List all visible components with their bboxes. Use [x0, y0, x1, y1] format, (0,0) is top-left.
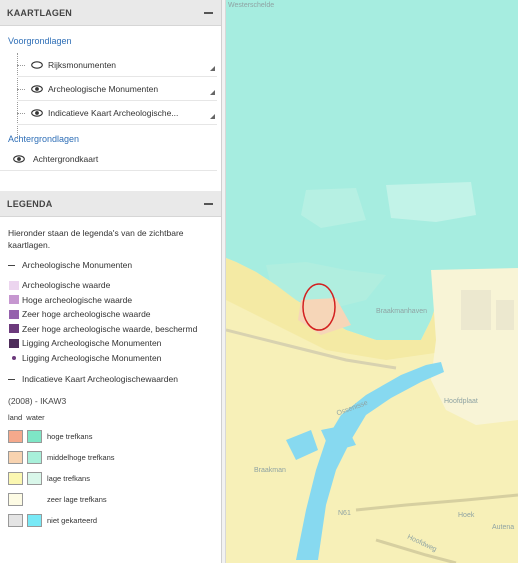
ikaw-item-label: niet gekarteerd [47, 516, 98, 525]
place-label: Hoek [458, 512, 475, 519]
legend-point-icon [12, 355, 16, 360]
tree-branch [17, 112, 25, 114]
ikaw-item-label: lage trefkans [47, 474, 90, 483]
collapse-legenda-icon[interactable] [204, 202, 213, 205]
layer-panel: KAARTLAGEN Voorgrondlagen Rijksmonumente… [0, 0, 221, 563]
eye-closed-icon[interactable] [31, 60, 43, 69]
legend-item: Ligging Archeologische Monumenten [0, 351, 221, 366]
legend-heading-archeo[interactable]: Archeologische Monumenten [0, 258, 221, 272]
legend-item-label: Zeer hoge archeologische waarde, bescher… [22, 323, 198, 334]
collapse-archeo-icon[interactable] [8, 264, 15, 266]
ikaw-item-label: zeer lage trefkans [47, 495, 107, 504]
voorgrondlagen-link[interactable]: Voorgrondlagen [0, 26, 221, 53]
layer-archeologische-monumenten[interactable]: Archeologische Monumenten [17, 77, 217, 101]
land-swatch [8, 451, 23, 464]
place-label: N61 [338, 510, 351, 517]
eye-icon[interactable] [13, 154, 25, 163]
legend-heading-label: Archeologische Monumenten [22, 260, 133, 270]
place-label: Hoofdplaat [444, 398, 478, 405]
legend-item: Ligging Archeologische Monumenten [0, 336, 221, 351]
water-swatch [27, 472, 42, 485]
ikaw-item-label: middelhoge trefkans [47, 453, 115, 462]
legend-item-label: Zeer hoge archeologische waarde [22, 309, 151, 320]
layer-rijksmonumenten[interactable]: Rijksmonumenten [17, 53, 217, 77]
ikaw-subheading: (2008) - IKAW3 [8, 396, 67, 406]
ikaw-item: hoge trefkans [0, 426, 221, 447]
col-land: land [8, 413, 23, 422]
col-water: water [26, 413, 45, 422]
layer-label: Archeologische Monumenten [48, 83, 159, 94]
tree-branch [17, 64, 25, 66]
place-label: Braakman [254, 467, 286, 474]
eye-icon[interactable] [31, 84, 43, 93]
land-swatch [8, 514, 23, 527]
layer-ikaw[interactable]: Indicatieve Kaart Archeologische... [17, 101, 217, 125]
legend-item-label: Archeologische waarde [22, 280, 111, 291]
land-swatch [8, 430, 23, 443]
water-swatch [27, 430, 42, 443]
legend-swatch [9, 338, 19, 348]
water-swatch [27, 451, 42, 464]
legenda-title: LEGENDA [7, 198, 53, 209]
legend-item: Hoge archeologische waarde [0, 293, 221, 308]
foreground-layer-tree: Rijksmonumenten Archeologische Monumente… [17, 53, 217, 139]
layer-label: Rijksmonumenten [48, 59, 117, 70]
place-label: Autena [492, 524, 515, 531]
collapse-kaartlagen-icon[interactable] [204, 11, 213, 14]
legend-item-label: Ligging Archeologische Monumenten [22, 352, 162, 363]
collapse-ikaw-icon[interactable] [8, 378, 15, 380]
layer-options-icon[interactable] [210, 114, 215, 119]
land-swatch [8, 493, 23, 506]
legend-item-label: Hoge archeologische waarde [22, 294, 133, 305]
achtergrondlagen-link[interactable]: Achtergrondlagen [0, 125, 221, 147]
water-swatch [27, 514, 42, 527]
legend-heading-label: Indicatieve Kaart Archeologischewaarden [22, 374, 178, 384]
land-swatch [8, 472, 23, 485]
eye-icon[interactable] [31, 108, 43, 117]
legend-swatch [9, 324, 19, 334]
legend-item-label: Ligging Archeologische Monumenten [22, 338, 162, 349]
legenda-header[interactable]: LEGENDA [0, 191, 221, 217]
legend-item: Zeer hoge archeologische waarde [0, 307, 221, 322]
map-view[interactable]: Westerschelde Braakmanhaven Hoofdplaat B… [226, 0, 518, 563]
kaartlagen-title: KAARTLAGEN [7, 7, 72, 18]
legend-item: Zeer hoge archeologische waarde, bescher… [0, 322, 221, 337]
ikaw-item: middelhoge trefkans [0, 447, 221, 468]
water-swatch-empty [27, 493, 42, 506]
kaartlagen-header[interactable]: KAARTLAGEN [0, 0, 221, 26]
legend-swatch [9, 309, 19, 319]
layer-options-icon[interactable] [210, 66, 215, 71]
place-label: Braakmanhaven [376, 308, 427, 315]
layer-achtergrondkaart[interactable]: Achtergrondkaart [0, 147, 217, 171]
place-label: Westerschelde [228, 2, 275, 9]
legend-heading-ikaw[interactable]: Indicatieve Kaart Archeologischewaarden [0, 372, 221, 386]
ikaw-item: zeer lage trefkans [0, 489, 221, 510]
legend-swatch [9, 295, 19, 305]
tree-branch [17, 88, 25, 90]
ikaw-item: lage trefkans [0, 468, 221, 489]
layer-options-icon[interactable] [210, 90, 215, 95]
map-canvas[interactable] [226, 0, 518, 563]
ikaw-item: niet gekarteerd [0, 510, 221, 531]
layer-label: Achtergrondkaart [33, 153, 99, 164]
legend-intro-text: Hieronder staan de legenda's van de zich… [8, 228, 184, 250]
ikaw-column-headers: land water [0, 407, 221, 422]
ikaw-item-label: hoge trefkans [47, 432, 93, 441]
legend-item: Archeologische waarde [0, 278, 221, 293]
legend-swatch [9, 280, 19, 290]
layer-label: Indicatieve Kaart Archeologische... [48, 107, 179, 118]
